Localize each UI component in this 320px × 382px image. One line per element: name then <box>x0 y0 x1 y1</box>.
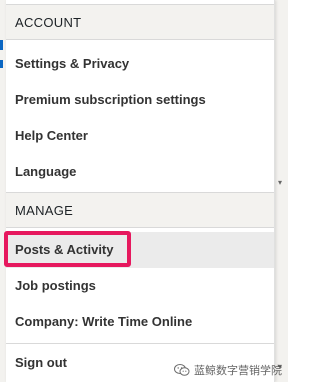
wechat-icon <box>174 364 190 376</box>
watermark-text: 蓝鲸数字营销学院 <box>194 364 282 377</box>
account-menu-screenshot: ▾ ▾ ACCOUNT Settings & Privacy Premium s… <box>0 0 288 382</box>
chevron-down-icon: ▾ <box>278 178 283 187</box>
menu-item-language[interactable]: Language <box>6 154 274 190</box>
menu-item-label: Job postings <box>15 278 96 293</box>
menu-item-job-postings[interactable]: Job postings <box>6 268 274 304</box>
watermark: 蓝鲸数字营销学院 <box>174 362 282 378</box>
menu-item-label: Company: Write Time Online <box>15 314 193 329</box>
account-dropdown-menu: ACCOUNT Settings & Privacy Premium subsc… <box>6 0 275 382</box>
section-header-label: MANAGE <box>15 203 74 218</box>
menu-divider <box>6 343 274 344</box>
menu-item-label: Settings & Privacy <box>15 56 130 71</box>
menu-item-company-page[interactable]: Company: Write Time Online <box>6 304 274 340</box>
menu-item-help-center[interactable]: Help Center <box>6 118 274 154</box>
menu-item-settings-privacy[interactable]: Settings & Privacy <box>6 46 274 82</box>
menu-item-label: Premium subscription settings <box>15 92 206 107</box>
section-header-account: ACCOUNT <box>6 4 274 40</box>
menu-item-premium-settings[interactable]: Premium subscription settings <box>6 82 274 118</box>
background-accent <box>0 40 3 50</box>
page-background-strip <box>275 0 288 382</box>
section-header-manage: MANAGE <box>6 192 274 228</box>
menu-item-label: Sign out <box>15 355 67 370</box>
menu-item-label: Posts & Activity <box>15 242 114 257</box>
section-header-label: ACCOUNT <box>15 15 82 30</box>
background-accent <box>0 60 3 68</box>
menu-item-label: Language <box>15 164 77 179</box>
menu-item-posts-activity[interactable]: Posts & Activity <box>6 232 274 268</box>
menu-item-label: Help Center <box>15 128 88 143</box>
